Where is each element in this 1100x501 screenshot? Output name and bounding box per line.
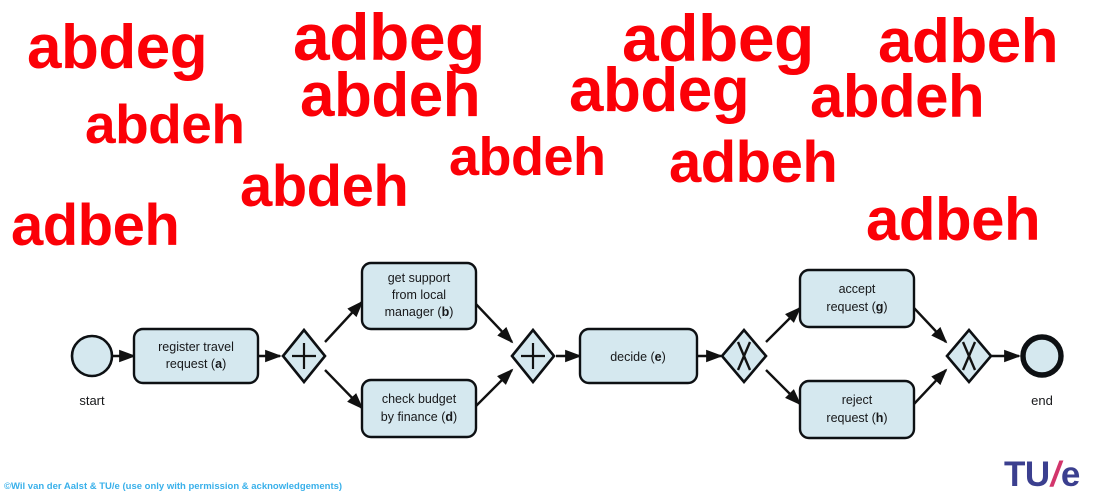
task-e-line1: decide (e) (610, 350, 666, 364)
event-log-trace-cloud: abdeg adbeg adbeg adbeh abdeh abdeh abdeg abdeh… (0, 0, 1100, 258)
end-event-label: end (1031, 393, 1053, 408)
trace-word: abdeh (85, 93, 245, 155)
task-g-line2-post: ) (883, 300, 887, 314)
task-a-box[interactable] (132, 327, 260, 385)
tue-logo-slash: / (1050, 455, 1061, 494)
flow-and-split-to-d (324, 369, 364, 410)
task-h-line2-pre: request ( (826, 411, 876, 425)
task-d-box[interactable] (360, 378, 478, 439)
task-d-line1: check budget (382, 392, 457, 406)
task-b-line3-post: ) (449, 305, 453, 319)
trace-word: adbeh (866, 186, 1041, 253)
bpmn-process-model: start register travel request (a) get su… (0, 250, 1100, 450)
tue-logo-tu: TU (1004, 455, 1050, 494)
task-b-line3: manager (b) (385, 305, 454, 319)
flow-d-to-and-join (473, 368, 514, 409)
flow-g-to-xor-join (913, 307, 948, 344)
task-d-line2: by finance (d) (381, 410, 457, 424)
task-h-line2-post: ) (883, 411, 887, 425)
tue-logo-e: e (1060, 455, 1080, 494)
task-e-line1-post: ) (662, 350, 666, 364)
gateway-xor-split[interactable] (720, 327, 768, 385)
task-d-line2-post: ) (453, 410, 457, 424)
task-b-line2: from local (392, 288, 446, 302)
task-h-line2: request (h) (826, 411, 887, 425)
trace-word: abdeh (810, 63, 985, 130)
trace-word: abdeg (569, 56, 750, 125)
flow-b-to-and-join (473, 301, 514, 344)
task-e-line1-pre: decide ( (610, 350, 655, 364)
task-b-line1: get support (388, 271, 451, 285)
task-accept-request[interactable]: accept request (g) (798, 268, 916, 329)
task-a-line2-pre: request ( (166, 357, 216, 371)
task-register-travel-request[interactable]: register travel request (a) (132, 327, 260, 385)
task-reject-request[interactable]: reject request (h) (798, 379, 916, 440)
flow-and-split-to-b (324, 300, 364, 343)
task-check-budget-by-finance[interactable]: check budget by finance (d) (360, 378, 478, 439)
task-decide[interactable]: decide (e) (578, 327, 699, 385)
start-event[interactable]: start (70, 334, 114, 408)
trace-word: adbeh (669, 130, 838, 195)
tue-logo: TU/e (1004, 455, 1080, 495)
trace-word: adbeh (11, 193, 180, 258)
start-event-circle[interactable] (70, 334, 114, 378)
task-e-letter: e (655, 350, 662, 364)
task-g-line2-pre: request ( (826, 300, 876, 314)
start-event-label: start (79, 393, 105, 408)
task-g-line1: accept (839, 282, 876, 296)
trace-word: abdeh (240, 154, 409, 219)
slide-canvas: abdeg adbeg adbeg adbeh abdeh abdeh abdeg abdeh… (0, 0, 1100, 501)
trace-word: abdeh (449, 127, 606, 187)
task-get-support-from-local-manager[interactable]: get support from local manager (b) (360, 261, 478, 331)
trace-word: abdeg (27, 13, 208, 82)
task-b-line3-pre: manager ( (385, 305, 443, 319)
copyright-notice: ©Wil van der Aalst & TU/e (use only with… (4, 481, 343, 492)
task-a-line2-post: ) (222, 357, 226, 371)
flow-xor-split-to-h (765, 369, 802, 406)
gateway-and-split[interactable] (281, 327, 327, 385)
task-h-letter: h (876, 411, 884, 425)
task-d-line2-pre: by finance ( (381, 410, 446, 424)
gateway-and-join[interactable] (510, 327, 556, 385)
end-event-circle[interactable] (1020, 334, 1064, 378)
task-h-line1: reject (842, 393, 873, 407)
task-g-box[interactable] (798, 268, 916, 329)
flow-h-to-xor-join (913, 368, 948, 405)
task-g-letter: g (876, 300, 884, 314)
gateway-xor-join[interactable] (945, 327, 993, 385)
trace-word: abdeh (300, 61, 481, 130)
task-g-line2: request (g) (826, 300, 887, 314)
task-a-line2: request (a) (166, 357, 226, 371)
task-h-box[interactable] (798, 379, 916, 440)
task-d-letter: d (445, 410, 453, 424)
end-event[interactable]: end (1020, 334, 1064, 408)
task-a-line1: register travel (158, 340, 234, 354)
flow-xor-split-to-g (765, 306, 802, 343)
